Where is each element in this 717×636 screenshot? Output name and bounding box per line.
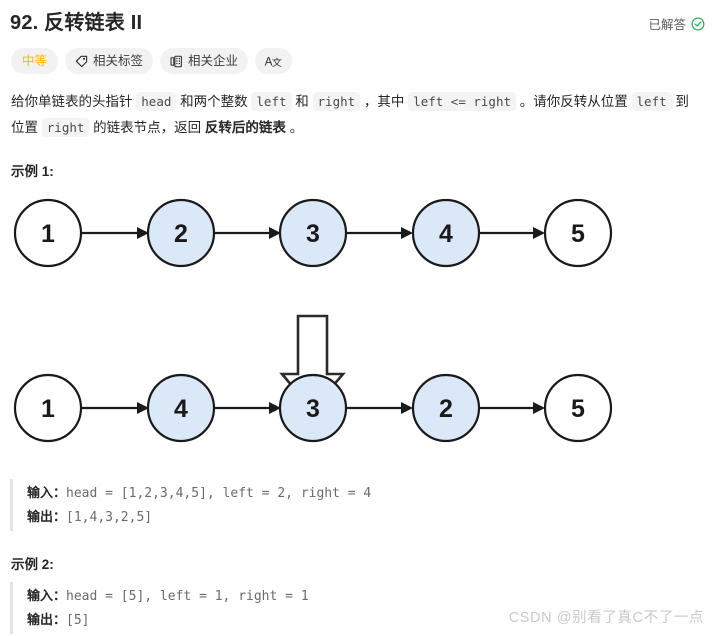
list-node: 1 [13,373,83,443]
edge-4-5 [479,227,545,239]
code-left-le-right: left <= right [408,92,517,111]
list-before: 1 2 3 4 5 [13,198,613,268]
example-1-input-value: head = [1,2,3,4,5], left = 2, right = 4 [66,486,372,501]
example-1-title: 示例 1: [11,164,54,179]
example-2-output-value: [5] [66,613,90,628]
desc-seg-3: 和 [291,94,313,109]
problem-description: 给你单链表的头指针 head 和两个整数 left 和 right ，其中 le… [0,74,705,141]
related-companies-label: 相关企业 [188,54,239,68]
list-node: 4 [411,198,481,268]
desc-seg-5: 。请你反转从位置 [516,94,632,109]
example-1-section: 示例 1: 1 2 3 4 5 1 4 3 2 5 输入：head = [1,2… [0,141,717,531]
example-1-input-label: 输入： [27,485,67,500]
linked-list-svg: 1 2 3 4 5 1 4 3 2 5 [13,198,613,443]
example-1-output-value: [1,4,3,2,5] [66,510,153,525]
code-left-1: left [251,92,292,111]
status-label: 已解答 [648,18,686,32]
node-value: 5 [571,220,585,248]
translate-icon: A 文 [264,54,283,69]
node-value: 3 [306,220,320,248]
problem-header: 92. 反转链表 II 已解答 [0,0,717,37]
desc-seg-2: 和两个整数 [176,94,252,109]
svg-text:文: 文 [272,56,282,69]
desc-seg-8: 。 [285,120,304,135]
difficulty-badge[interactable]: 中等 [11,48,59,74]
building-icon [170,55,183,68]
edge-2-5 [479,402,545,414]
related-tags-button[interactable]: 相关标签 [65,48,154,74]
node-value: 1 [41,395,55,423]
related-companies-button[interactable]: 相关企业 [160,48,249,74]
edge-2-3 [215,227,281,239]
code-left-2: left [631,92,672,111]
node-value: 4 [174,395,188,423]
example-2-output-label: 输出： [27,612,67,627]
list-node: 3 [278,198,348,268]
node-value: 5 [571,395,585,423]
status-badge: 已解答 [648,9,705,33]
desc-seg-1: 给你单链表的头指针 [11,94,137,109]
difficulty-label: 中等 [22,54,48,68]
node-value: 2 [439,395,453,423]
desc-bold-result: 反转后的链表 [204,120,286,135]
list-node: 2 [146,198,216,268]
translate-button[interactable]: A 文 [255,48,293,74]
list-node: 4 [146,373,216,443]
edge-4-3 [215,402,281,414]
list-node: 5 [543,198,613,268]
edge-3-2 [347,402,413,414]
page-title: 92. 反转链表 II [10,12,143,34]
desc-seg-4: ，其中 [360,94,409,109]
linked-list-diagram: 1 2 3 4 5 1 4 3 2 5 [0,180,717,470]
desc-seg-7: 的链表节点，返回 [89,120,205,135]
edge-1-4 [82,402,149,414]
list-after: 1 4 3 2 5 [13,373,613,443]
list-node: 3 [278,373,348,443]
list-node: 5 [543,373,613,443]
edge-1-2 [82,227,149,239]
node-value: 1 [41,220,55,248]
node-value: 3 [306,395,320,423]
node-value: 4 [439,220,453,248]
example-2-input-value: head = [5], left = 1, right = 1 [66,589,309,604]
edge-3-4 [347,227,413,239]
code-right-2: right [41,118,90,137]
example-2-title: 示例 2: [11,557,54,572]
tag-icon [75,55,88,68]
csdn-watermark: CSDN @别看了真C不了一点 [508,610,704,626]
list-node: 2 [411,373,481,443]
check-circle-icon [691,17,705,31]
badge-row: 中等 相关标签 相关企业 A 文 [0,37,717,74]
example-1-codeblock: 输入：head = [1,2,3,4,5], left = 2, right =… [10,479,717,531]
code-head: head [136,92,177,111]
code-right-1: right [312,92,361,111]
example-2-input-label: 输入： [27,588,67,603]
related-tags-label: 相关标签 [93,54,144,68]
node-value: 2 [174,220,188,248]
list-node: 1 [13,198,83,268]
example-1-output-label: 输出： [27,509,67,524]
